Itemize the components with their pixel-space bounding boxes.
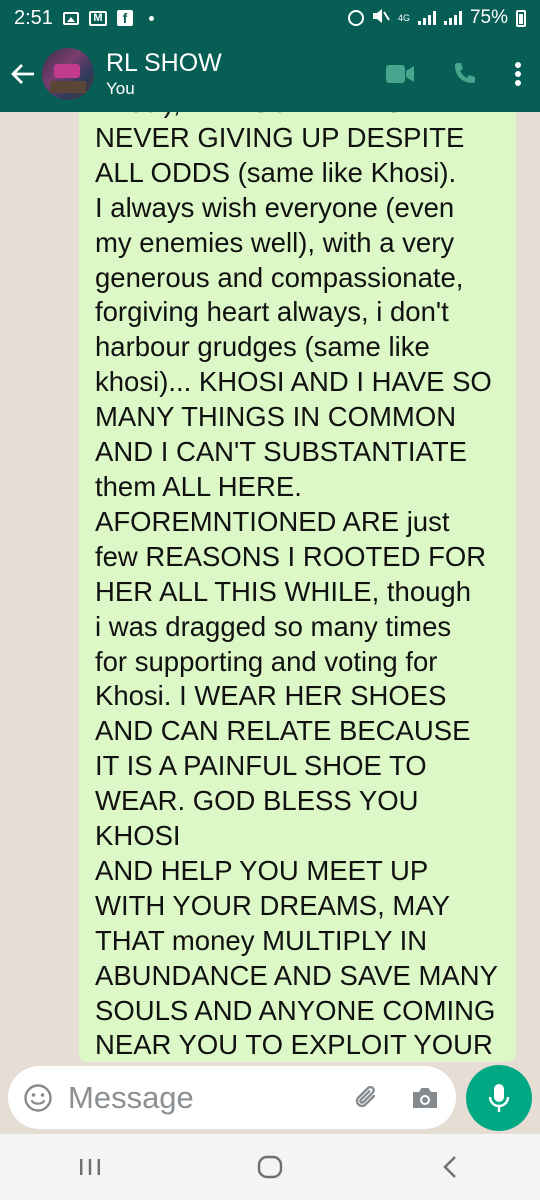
contact-subtitle: You bbox=[106, 79, 135, 98]
recent-apps-icon[interactable] bbox=[50, 1134, 130, 1200]
more-options-icon[interactable] bbox=[496, 36, 540, 112]
voice-call-icon[interactable] bbox=[432, 36, 496, 112]
back-arrow-icon[interactable] bbox=[4, 36, 42, 112]
attach-icon[interactable] bbox=[338, 1066, 396, 1129]
battery-icon bbox=[516, 9, 526, 27]
home-icon[interactable] bbox=[230, 1134, 310, 1200]
message-bubble[interactable]: Khosi), I AM SO DRAINS AND NEVER GIVING … bbox=[79, 112, 516, 1062]
gmail-icon: M bbox=[88, 10, 107, 26]
mic-icon bbox=[488, 1084, 510, 1112]
signal-icon-2 bbox=[443, 11, 462, 25]
message-input[interactable] bbox=[68, 1072, 338, 1123]
message-input-box[interactable] bbox=[8, 1066, 456, 1129]
status-time: 2:51 bbox=[14, 6, 53, 29]
avatar[interactable] bbox=[42, 48, 94, 100]
back-icon[interactable] bbox=[410, 1134, 490, 1200]
mute-icon bbox=[372, 7, 390, 30]
contact-info[interactable]: RL SHOW You bbox=[106, 49, 222, 99]
signal-icon bbox=[417, 11, 436, 25]
facebook-icon: f bbox=[116, 10, 133, 26]
message-composer bbox=[0, 1062, 540, 1134]
chat-header: RL SHOW You bbox=[0, 36, 540, 112]
mic-button[interactable] bbox=[466, 1065, 532, 1131]
gallery-icon bbox=[62, 11, 79, 25]
video-call-icon[interactable] bbox=[368, 36, 432, 112]
battery-percentage: 75% bbox=[469, 7, 508, 28]
alarm-icon bbox=[347, 10, 364, 26]
camera-icon[interactable] bbox=[396, 1066, 454, 1129]
notification-dot bbox=[148, 15, 154, 21]
emoji-icon[interactable] bbox=[8, 1066, 68, 1129]
chat-area[interactable]: Khosi), I AM SO DRAINS AND NEVER GIVING … bbox=[0, 112, 540, 1062]
status-bar: 2:51 M f 4G 75% bbox=[0, 0, 540, 36]
network-type: 4G bbox=[397, 12, 410, 23]
message-text: Khosi), I AM SO DRAINS AND NEVER GIVING … bbox=[95, 112, 498, 1061]
navigation-bar bbox=[0, 1134, 540, 1200]
contact-name: RL SHOW bbox=[106, 49, 222, 77]
